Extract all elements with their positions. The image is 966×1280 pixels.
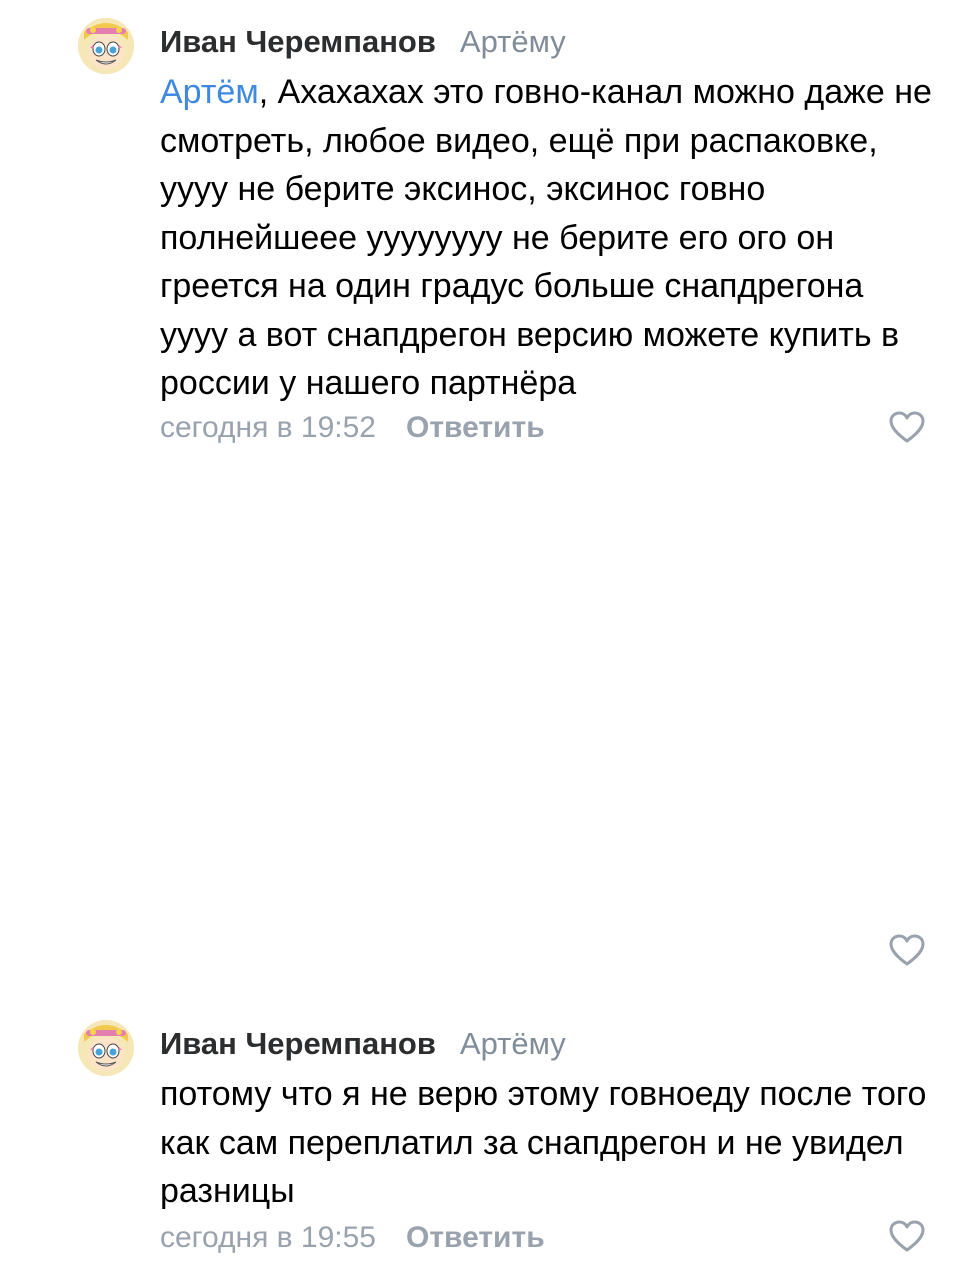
reply-to-label[interactable]: Артёму	[460, 24, 566, 60]
like-button[interactable]	[888, 1219, 926, 1253]
heart-outline-icon	[889, 1220, 925, 1252]
author-name[interactable]: Иван Черемпанов	[160, 1026, 436, 1062]
avatar-image	[78, 1020, 134, 1076]
comment-text: Артём, Ахахахах это говно-канал можно да…	[160, 68, 940, 408]
like-button-standalone[interactable]	[888, 933, 926, 967]
timestamp: сегодня в 19:52	[160, 411, 376, 444]
author-line: Иван Черемпанов Артёму	[160, 1026, 566, 1066]
reply-to-label[interactable]: Артёму	[460, 1026, 566, 1062]
avatar-image	[78, 18, 134, 74]
reply-button[interactable]: Ответить	[406, 1221, 545, 1255]
author-name[interactable]: Иван Черемпанов	[160, 24, 436, 60]
like-button[interactable]	[888, 410, 926, 444]
heart-outline-icon	[889, 934, 925, 966]
mention-link[interactable]: Артём	[160, 73, 259, 111]
comment-text: потому что я не верю этому говноеду посл…	[160, 1075, 927, 1210]
timestamp: сегодня в 19:55	[160, 1221, 376, 1254]
author-line: Иван Черемпанов Артёму	[160, 24, 566, 64]
meta-line: сегодня в 19:55 Ответить	[160, 1218, 545, 1258]
comment-body: , Ахахахах это говно-канал можно даже не…	[160, 73, 932, 402]
avatar[interactable]	[78, 1020, 134, 1076]
meta-line: сегодня в 19:52 Ответить	[160, 408, 545, 448]
heart-outline-icon	[889, 411, 925, 443]
avatar[interactable]	[78, 18, 134, 74]
reply-button[interactable]: Ответить	[406, 411, 545, 445]
